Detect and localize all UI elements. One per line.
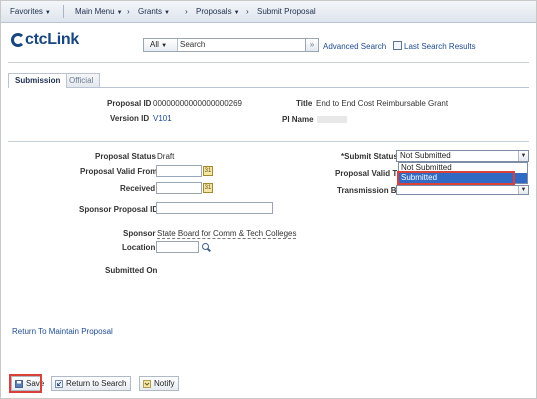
logo-mark-icon — [11, 33, 25, 47]
last-results-icon — [393, 41, 402, 50]
search-go-button[interactable]: » — [305, 38, 319, 52]
chevron-down-icon: ▼ — [233, 10, 240, 16]
favorites-menu[interactable]: Favorites ▼ — [10, 7, 51, 16]
chevron-down-icon: ▼ — [161, 43, 168, 49]
sponsor-label: Sponsor — [123, 229, 156, 238]
chevron-down-icon: ▼ — [116, 10, 123, 16]
proposal-status-label: Proposal Status — [95, 152, 156, 161]
breadcrumb-separator: › — [127, 7, 130, 16]
notify-icon — [143, 380, 151, 388]
return-to-search-button[interactable]: Return to Search — [51, 376, 131, 391]
title-value: End to End Cost Reimbursable Grant — [316, 99, 449, 108]
pi-name-redacted — [317, 116, 347, 123]
double-chevron-right-icon: » — [309, 40, 315, 49]
return-arrow-icon — [55, 380, 63, 388]
last-search-results-link[interactable]: Last Search Results — [404, 42, 476, 51]
submit-status-select[interactable]: Not Submitted ▼ — [396, 150, 529, 162]
proposal-id-label: Proposal ID — [107, 99, 152, 108]
chevron-down-icon[interactable]: ▼ — [518, 151, 528, 161]
sponsor-proposal-id-input[interactable] — [156, 202, 273, 214]
pi-name-label: PI Name — [282, 115, 314, 124]
chevron-down-icon: ▼ — [164, 10, 170, 16]
version-id-link[interactable]: V101 — [153, 114, 172, 123]
top-nav-bar: Favorites ▼ Main Menu ▼ › Grants ▼ › Propos… — [1, 1, 536, 23]
nav-divider — [63, 5, 64, 18]
valid-from-label: Proposal Valid From — [80, 167, 158, 176]
tab-strip-line — [8, 87, 529, 88]
location-label: Location — [122, 243, 156, 252]
valid-from-input[interactable] — [156, 165, 202, 177]
breadcrumb-proposals[interactable]: Proposals ▼ — [196, 7, 240, 16]
location-input[interactable] — [156, 241, 199, 253]
tab-official[interactable]: Official — [62, 73, 101, 87]
chevron-down-icon: ▼ — [44, 10, 51, 16]
submit-status-label: *Submit Status — [341, 152, 398, 161]
search-scope-select[interactable]: All ▼ — [144, 39, 178, 51]
logo-text: ctcLink — [25, 31, 79, 48]
lookup-magnifier-icon[interactable] — [201, 242, 211, 252]
sponsor-proposal-id-label: Sponsor Proposal ID — [79, 205, 159, 214]
highlight-save-button — [9, 374, 42, 393]
highlight-submitted-option — [397, 171, 515, 185]
version-id-label: Version ID — [110, 114, 150, 123]
submit-status-value: Not Submitted — [400, 151, 451, 160]
breadcrumb-submit-proposal[interactable]: Submit Proposal — [257, 7, 316, 16]
sponsor-value: State Board for Comm & Tech Colleges — [157, 229, 297, 239]
tab-submission[interactable]: Submission — [8, 73, 68, 88]
page-frame — [0, 0, 537, 399]
breadcrumb-separator: › — [246, 7, 249, 16]
search-input[interactable]: Search — [180, 39, 310, 51]
proposal-id-value: 00000000000000000269 — [153, 99, 242, 108]
proposal-status-value: Draft — [157, 152, 175, 161]
search-box: All ▼ Search — [143, 38, 317, 52]
transmission-by-select[interactable]: ▼ — [396, 185, 529, 195]
breadcrumb-grants[interactable]: Grants ▼ — [138, 7, 170, 16]
received-input[interactable] — [156, 182, 202, 194]
transmission-by-label: Transmission By — [337, 186, 402, 195]
return-to-maintain-proposal-link[interactable]: Return To Maintain Proposal — [12, 327, 113, 336]
chevron-down-icon[interactable]: ▼ — [518, 186, 528, 194]
notify-button[interactable]: Notify — [139, 376, 179, 391]
header-divider — [8, 62, 529, 63]
breadcrumb-separator: › — [185, 7, 188, 16]
title-label: Title — [296, 99, 313, 108]
received-label: Received — [120, 184, 156, 193]
calendar-icon[interactable]: 31 — [203, 166, 213, 176]
section-divider — [8, 141, 529, 142]
advanced-search-link[interactable]: Advanced Search — [323, 42, 386, 51]
submitted-on-label: Submitted On — [105, 266, 158, 275]
main-menu[interactable]: Main Menu ▼ — [75, 7, 123, 16]
calendar-icon[interactable]: 31 — [203, 183, 213, 193]
valid-to-label: Proposal Valid To — [335, 169, 402, 178]
